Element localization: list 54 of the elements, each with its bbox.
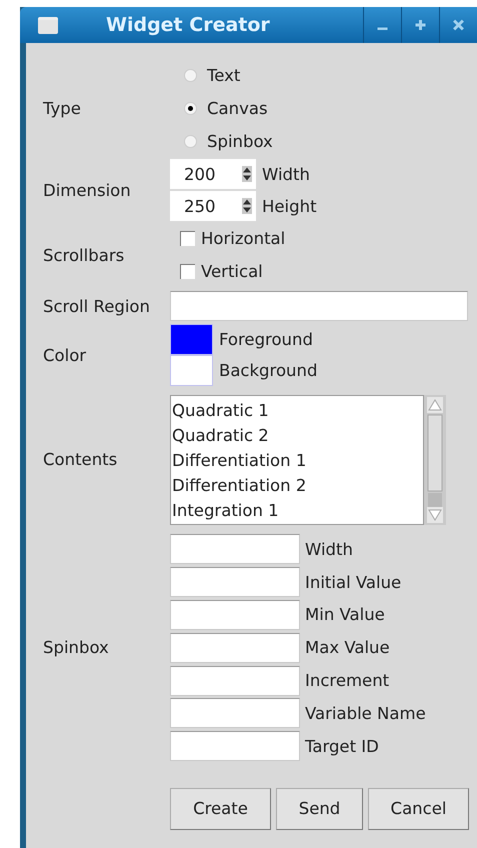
field-label: Min Value xyxy=(305,605,385,624)
field-label: Scrollbars xyxy=(42,246,126,264)
text-field[interactable] xyxy=(170,567,300,598)
radio-button[interactable] xyxy=(184,135,197,148)
spin-label: Height xyxy=(262,196,317,216)
list-item[interactable]: Integration 1 xyxy=(172,498,423,523)
contents-list[interactable]: Quadratic 1 Quadratic 2 Differentiation 1 Differentiation 2 Integration 1 xyxy=(170,395,424,525)
spin-arrows-icon[interactable] xyxy=(242,198,252,214)
radio-label[interactable]: Canvas xyxy=(207,99,268,118)
dialog-button[interactable]: Send xyxy=(276,788,363,830)
checkbox-label[interactable]: Horizontal xyxy=(201,229,286,248)
field-label: Target ID xyxy=(305,736,379,756)
dialog-button[interactable]: Cancel xyxy=(368,788,469,830)
field-label: Spinbox xyxy=(42,638,110,658)
list-item[interactable]: Quadratic 2 xyxy=(172,423,423,448)
radio-button[interactable] xyxy=(184,102,197,115)
radio-button[interactable] xyxy=(184,69,197,82)
window-title: Widget Creator xyxy=(106,14,271,36)
scroll-region-field[interactable] xyxy=(170,291,468,321)
text-field[interactable] xyxy=(170,698,300,728)
field-label: Initial Value xyxy=(305,572,402,592)
text-field[interactable] xyxy=(170,534,300,564)
radio-label[interactable]: Spinbox xyxy=(207,132,273,151)
spin-box[interactable]: 200 xyxy=(170,159,256,189)
spin-box[interactable]: 250 xyxy=(170,191,256,221)
text-field[interactable] xyxy=(170,666,300,696)
spin-arrows-icon[interactable] xyxy=(242,166,252,182)
list-item[interactable]: Differentiation 2 xyxy=(172,473,423,498)
color-swatch[interactable] xyxy=(170,355,213,386)
color-label: Background xyxy=(219,361,318,380)
field-label: Max Value xyxy=(305,638,390,658)
field-label: Variable Name xyxy=(305,704,426,723)
field-label: Dimension xyxy=(42,180,132,200)
spin-label: Width xyxy=(262,164,310,184)
field-label: Scroll Region xyxy=(42,296,151,316)
window-menu-icon[interactable] xyxy=(38,16,58,34)
text-field[interactable] xyxy=(170,600,300,630)
checkbox[interactable] xyxy=(180,231,195,246)
radio-label[interactable]: Text xyxy=(207,66,240,85)
color-label: Foreground xyxy=(219,330,313,349)
text-field[interactable] xyxy=(170,731,300,762)
field-label: Color xyxy=(42,346,88,364)
field-label: Increment xyxy=(305,671,390,690)
color-swatch[interactable] xyxy=(170,324,213,355)
list-item[interactable]: Differentiation 1 xyxy=(172,448,423,473)
scrollbar[interactable] xyxy=(424,395,446,525)
dialog-button[interactable]: Create xyxy=(170,788,271,830)
field-label: Contents xyxy=(42,450,118,469)
checkbox-label[interactable]: Vertical xyxy=(201,262,263,281)
list-item[interactable]: Quadratic 1 xyxy=(172,398,423,423)
checkbox[interactable] xyxy=(180,264,195,279)
field-label: Width xyxy=(305,540,353,559)
text-field[interactable] xyxy=(170,632,300,663)
field-label: Type xyxy=(42,99,82,118)
